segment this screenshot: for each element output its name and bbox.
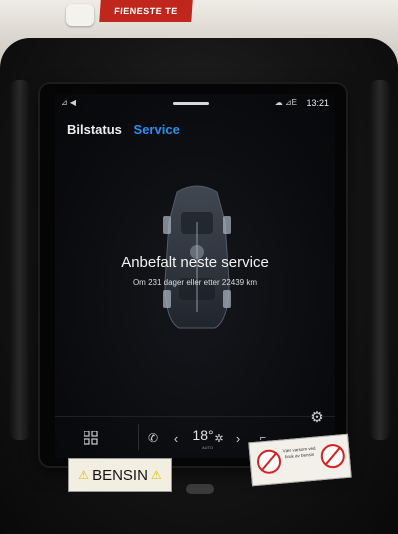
infotainment-screen: ⊿ ◀ ☁ ⊿E 13:21 Bilstatus Service Anbefal… — [55, 94, 335, 458]
fan-icon[interactable]: ✲ — [212, 428, 226, 448]
chevron-right-icon[interactable]: › — [232, 428, 244, 448]
right-air-vent — [370, 80, 390, 440]
signal-icon: ⊿ ◀ — [61, 98, 77, 107]
tab-bilstatus[interactable]: Bilstatus — [67, 122, 122, 137]
service-subtitle: Om 231 dager eller etter 22439 km — [132, 278, 258, 287]
settings-gear-icon[interactable]: ⚙ — [308, 408, 326, 426]
ceiling-lamp — [66, 4, 94, 26]
tab-bar: Bilstatus Service — [67, 122, 188, 137]
left-air-vent — [10, 80, 30, 440]
red-sign: FIENESTE TE — [99, 0, 193, 22]
warning-sticker-text: Vær varsom ved bruk av bensin — [282, 445, 316, 460]
no-phone-prohibition-icon — [256, 448, 283, 475]
warning-sticker: Vær varsom ved bruk av bensin — [248, 433, 352, 487]
pull-down-handle[interactable] — [173, 102, 209, 105]
no-fuel-prohibition-icon — [319, 443, 346, 470]
warning-triangle-icon: ⚠ — [78, 468, 90, 482]
tab-service[interactable]: Service — [134, 122, 180, 137]
bensin-label: BENSIN — [92, 466, 148, 484]
red-sign-text: FIENESTE TE — [113, 6, 179, 16]
service-title: Anbefalt neste service — [121, 254, 269, 271]
bensin-sticker: ⚠ BENSIN ⚠ — [68, 458, 172, 492]
chevron-left-icon[interactable]: ‹ — [170, 428, 182, 448]
console-control — [186, 484, 214, 494]
warning-triangle-icon: ⚠ — [150, 468, 162, 482]
phone-icon[interactable]: ✆ — [145, 428, 161, 448]
clock: 13:21 — [306, 98, 329, 108]
bar-divider — [138, 424, 139, 450]
status-right-icons: ☁ ⊿E — [274, 98, 297, 107]
photo-scene: FIENESTE TE ⊿ ◀ ☁ ⊿E 13:21 Bilstatus Ser… — [0, 0, 398, 534]
apps-grid-icon[interactable] — [81, 428, 101, 448]
